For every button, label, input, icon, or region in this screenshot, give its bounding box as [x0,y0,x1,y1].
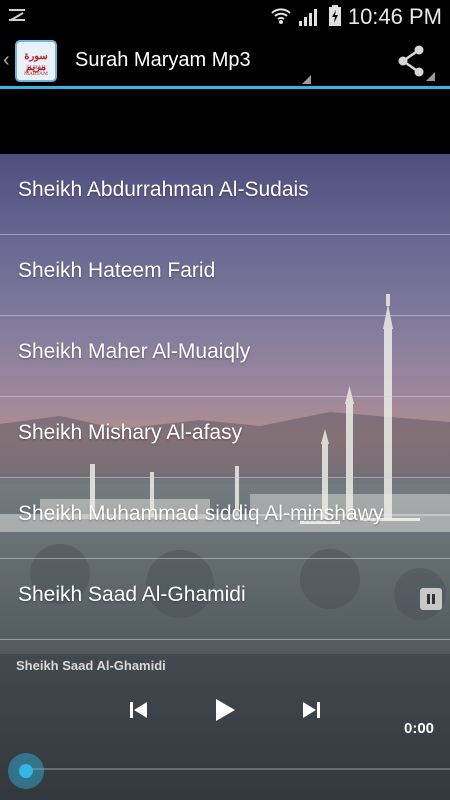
list-item[interactable]: Sheikh Abdurrahman Al-Sudais [0,154,450,235]
notification-icon [9,9,25,21]
wifi-icon [271,8,291,24]
status-bar: 10:46 PM [0,0,450,33]
list-item[interactable]: Sheikh Muhammad siddiq Al-minshawy [0,478,450,559]
app-logo[interactable]: سورة مريم SURAH MARYAM [15,40,57,82]
previous-icon[interactable] [123,695,153,725]
share-icon [398,45,435,81]
empty-band [0,92,450,154]
seek-bar[interactable] [26,768,450,770]
list-item[interactable]: Sheikh Saad Al-Ghamidi [0,559,450,640]
elapsed-time: 0:00 [404,720,435,737]
reciter-name: Sheikh Saad Al-Ghamidi [18,583,246,606]
content-area: Sheikh Abdurrahman Al-Sudais Sheikh Hate… [0,154,450,800]
clock: 10:46 PM [347,4,442,29]
reciter-name: Sheikh Mishary Al-afasy [18,421,243,444]
reciter-name: Sheikh Abdurrahman Al-Sudais [18,178,309,201]
seek-thumb[interactable] [8,753,44,789]
up-caret-icon[interactable]: ‹ [3,49,10,72]
action-bar: ‹ سورة مريم SURAH MARYAM Surah Maryam Mp… [0,33,450,89]
share-button[interactable] [393,43,435,81]
reciter-name: Sheikh Maher Al-Muaiqly [18,340,251,363]
list-item[interactable]: Sheikh Maher Al-Muaiqly [0,316,450,397]
signal-icon [299,9,317,26]
reciter-name: Sheikh Hateem Farid [18,259,216,282]
list-item[interactable]: Sheikh Mishary Al-afasy [0,397,450,478]
logo-english-text: SURAH MARYAM [24,65,48,77]
next-icon[interactable] [297,695,327,725]
app-title[interactable]: Surah Maryam Mp3 [75,49,251,72]
list-item[interactable]: Sheikh Hateem Farid [0,235,450,316]
reciter-name: Sheikh Muhammad siddiq Al-minshawy [18,502,384,525]
media-player: Sheikh Saad Al-Ghamidi 0:00 [0,654,450,800]
battery-icon [329,5,341,26]
pause-icon[interactable] [420,588,442,610]
reciter-list: Sheikh Abdurrahman Al-Sudais Sheikh Hate… [0,154,450,640]
title-dropdown-indicator [302,75,311,84]
play-icon[interactable] [210,695,240,725]
now-playing-title: Sheikh Saad Al-Ghamidi [16,658,166,673]
